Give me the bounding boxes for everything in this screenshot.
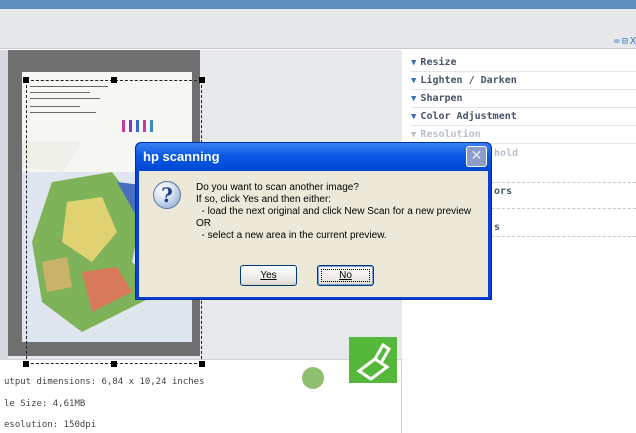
message-line: OR [196,218,211,229]
scan-another-dialog: hp scanning ✕ ? Do you want to scan anot… [135,142,492,300]
selection-handle[interactable] [111,361,117,367]
dialog-titlebar[interactable]: hp scanning ✕ [136,143,491,171]
dialog-title: hp scanning [143,149,220,164]
settings-round-icon[interactable] [302,367,324,389]
collapse-triangle-icon: ▼ [411,112,417,122]
panel-item-lighten-darken[interactable]: ▼ Lighten / Darken [411,72,636,90]
selection-handle[interactable] [199,361,205,367]
list-view-icon[interactable]: = [614,36,620,48]
dialog-body: ? Do you want to scan another image? If … [139,171,488,297]
panel-item-resize[interactable]: ▼ Resize [411,54,636,72]
collapse-triangle-icon: ▼ [411,76,417,86]
selection-handle[interactable] [111,77,117,83]
message-line: - select a new area in the current previ… [196,230,387,241]
split-view-icon[interactable]: ⊟ [622,36,628,48]
collapse-triangle-icon: ▼ [411,130,417,140]
message-line: Do you want to scan another image? [196,182,359,193]
panel-item-color-adjustment[interactable]: ▼ Color Adjustment [411,108,636,126]
hp-scanning-app: = ⊟ X utput dimensions: 6,84 x 10,24 inc… [0,0,636,433]
message-line: - load the next original and click New S… [196,206,472,217]
resolution-info: esolution: 150dpi [4,420,97,430]
panel-item-threshold[interactable]: hold [494,148,518,159]
panel-item-s[interactable]: s [494,222,500,233]
collapse-triangle-icon: ▼ [411,58,417,68]
panel-item-sharpen[interactable]: ▼ Sharpen [411,90,636,108]
close-panel-icon[interactable]: X [630,36,636,48]
selection-handle[interactable] [199,77,205,83]
header-band [0,9,636,49]
scanner-icon[interactable] [349,337,397,383]
selection-handle[interactable] [23,361,29,367]
question-icon: ? [153,181,181,209]
panel-item-colors[interactable]: ors [494,186,512,197]
view-mode-icons: = ⊟ X [614,36,636,48]
no-button[interactable]: No [317,265,374,286]
close-icon[interactable]: ✕ [466,146,487,167]
yes-button[interactable]: Yes [240,265,297,286]
collapse-triangle-icon: ▼ [411,94,417,104]
selection-handle[interactable] [23,77,29,83]
preview-scrollbar[interactable] [0,50,8,360]
top-accent-bar [0,0,636,9]
message-line: If so, click Yes and then either: [196,194,332,205]
output-dimensions: utput dimensions: 6,84 x 10,24 inches [4,377,205,387]
focus-rect [321,269,370,282]
file-size: le Size: 4,61MB [4,399,86,409]
